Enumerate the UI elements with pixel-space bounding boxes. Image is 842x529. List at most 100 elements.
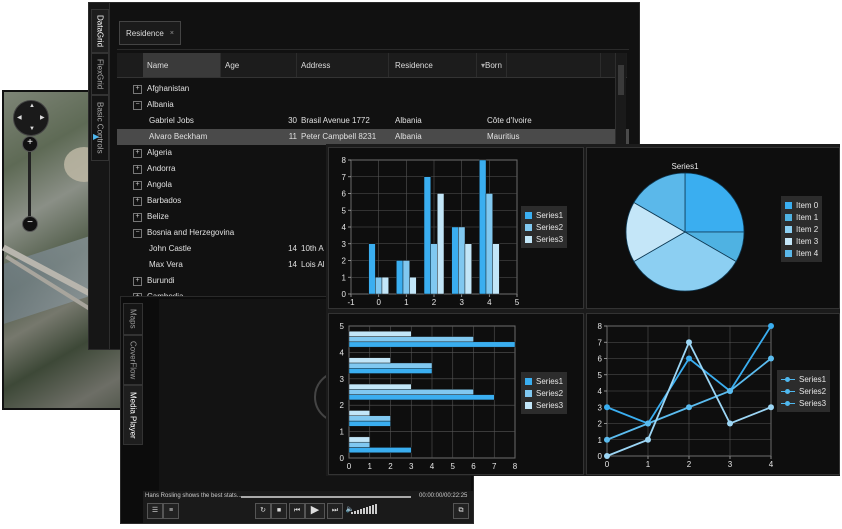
hbar-series1-2 <box>348 394 495 401</box>
zoom-slider[interactable] <box>28 144 31 224</box>
prev-icon[interactable]: ⏮ <box>289 503 305 519</box>
column-header-name[interactable]: Name <box>143 53 221 77</box>
legend-label: Series3 <box>799 398 827 408</box>
legend-label: Series2 <box>799 386 827 396</box>
pie-slice-item-0 <box>684 172 745 233</box>
progress-bar[interactable] <box>241 496 411 498</box>
legend-swatch <box>525 223 532 231</box>
point-series2-1 <box>645 420 651 427</box>
zoom-in-icon[interactable]: + <box>22 136 38 152</box>
legend-item: Series2 <box>525 221 563 233</box>
x-tick-label: 7 <box>492 462 497 471</box>
scroll-thumb[interactable] <box>618 65 624 95</box>
bar-series3-4 <box>492 243 500 295</box>
x-tick-label: 5 <box>451 462 456 471</box>
point-series2-2 <box>686 404 692 411</box>
legend-label: Series3 <box>536 234 564 244</box>
y-tick-label: 3 <box>598 403 603 412</box>
column-header-age[interactable]: Age <box>221 53 297 77</box>
bar-series1-4 <box>479 159 487 295</box>
group-label: Angola <box>147 180 172 189</box>
tab-flexgrid[interactable]: FlexGrid <box>91 53 109 95</box>
point-series2-3 <box>727 388 733 394</box>
cell-address: Brasil Avenue 1772 <box>301 116 370 125</box>
x-tick-label: 3 <box>459 298 464 307</box>
legend-item: Series3 <box>781 397 826 409</box>
group-label: Afghanistan <box>147 84 190 93</box>
x-tick-label: 0 <box>605 460 610 469</box>
now-playing-title: Hans Rosling shows the best stats... <box>145 493 242 499</box>
expand-icon[interactable]: + <box>133 277 142 286</box>
zoom-out-icon[interactable]: − <box>22 216 38 232</box>
x-tick-label: 5 <box>515 298 520 307</box>
play-icon[interactable]: ▶ <box>305 503 325 519</box>
chart-legend: Series1 Series2 Series3 <box>777 370 831 412</box>
group-chip[interactable]: Residence × <box>119 21 181 45</box>
y-tick-label: 6 <box>598 355 603 364</box>
x-tick-label: -1 <box>347 298 355 307</box>
tab-basic-controls[interactable]: Basic Controls <box>91 95 109 161</box>
x-tick-label: 6 <box>471 462 476 471</box>
expand-icon[interactable]: + <box>133 85 142 94</box>
tab-media-player[interactable]: Media Player <box>123 385 143 445</box>
expand-icon[interactable]: + <box>133 149 142 158</box>
group-label: Barbados <box>147 196 182 205</box>
table-row[interactable]: Gabriel Jobs 30 Brasil Avenue 1772 Albania C… <box>117 113 629 129</box>
group-row[interactable]: + Afghanistan <box>117 81 629 97</box>
hbar-series1-0 <box>348 447 412 453</box>
legend-swatch <box>525 389 532 397</box>
group-panel[interactable]: Residence × <box>117 17 629 50</box>
tab-coverflow[interactable]: CoverFlow <box>123 335 143 385</box>
current-row-icon: ▶ <box>93 132 100 141</box>
group-label: Burundi <box>147 276 175 285</box>
group-label: Andorra <box>147 164 176 173</box>
y-tick-label: 1 <box>342 273 347 282</box>
stop-icon[interactable]: ■ <box>271 503 287 519</box>
expand-icon[interactable]: + <box>133 213 142 222</box>
volume-slider[interactable] <box>351 504 377 514</box>
legend-swatch <box>525 235 532 243</box>
replay-icon[interactable]: ↻ <box>255 503 271 519</box>
collapse-icon[interactable]: − <box>133 229 142 238</box>
group-label: Belize <box>147 212 169 221</box>
tab-datagrid[interactable]: DataGrid <box>91 9 109 53</box>
expand-icon[interactable]: + <box>133 165 142 174</box>
point-series2-0 <box>604 436 610 443</box>
menu-icon[interactable]: ☰ <box>147 503 163 519</box>
x-tick-label: 3 <box>728 460 733 469</box>
group-label: Algeria <box>147 148 172 157</box>
fullscreen-icon[interactable]: ⧉ <box>453 503 469 519</box>
bar-series3-1 <box>409 277 417 295</box>
chart-line: 0 1 2 3 4 0 1 2 3 4 5 6 7 8 Series1 Series2 Series3 <box>586 313 840 475</box>
group-row[interactable]: − Albania <box>117 97 629 113</box>
next-icon[interactable]: ⏭ <box>327 503 343 519</box>
close-icon[interactable]: × <box>170 30 174 37</box>
bar-series3-0 <box>381 277 389 295</box>
hbar-series3-4 <box>348 331 412 337</box>
legend-swatch <box>785 213 792 221</box>
hbar-series1-4 <box>348 341 516 348</box>
media-controls: Hans Rosling shows the best stats... 00:… <box>143 491 473 523</box>
collapse-icon[interactable]: − <box>133 101 142 110</box>
expand-icon[interactable]: + <box>133 197 142 206</box>
point-series3-2 <box>686 339 692 346</box>
legend-label: Item 1 <box>796 212 819 222</box>
cell-age: 30 <box>288 116 297 125</box>
column-header-address[interactable]: Address <box>297 53 389 77</box>
tab-maps[interactable]: Maps <box>123 303 143 335</box>
column-header-residence[interactable]: Residence <box>391 53 477 77</box>
hbar-series2-2 <box>348 389 474 395</box>
cell-name: Max Vera <box>149 260 183 269</box>
pan-icon[interactable]: ▲ ▼ ◀ ▶ <box>13 100 49 136</box>
y-tick-label: 2 <box>342 257 347 266</box>
hbar-series3-2 <box>348 383 412 390</box>
cell-born: Côte d'Ivoire <box>487 116 532 125</box>
column-header-born[interactable]: Born <box>481 53 601 77</box>
hbar-series3-0 <box>348 436 370 443</box>
expand-icon[interactable]: + <box>133 181 142 190</box>
playlist-icon[interactable]: ≡ <box>163 503 179 519</box>
x-tick-label: 1 <box>404 298 409 307</box>
x-tick-label: 4 <box>430 462 435 471</box>
table-row[interactable]: ▶ Alvaro Beckham 11 Peter Campbell 8231 Alba… <box>93 129 629 145</box>
bar-series3-3 <box>464 243 472 295</box>
